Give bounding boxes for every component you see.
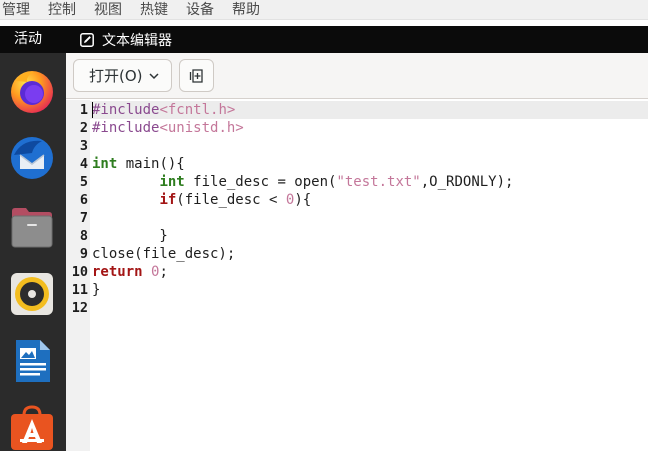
code-token: ,O_RDONLY); — [420, 174, 514, 190]
line-number: 5 — [79, 174, 88, 190]
code-line: #include<fcntl.h> — [92, 101, 235, 119]
code-token: #include — [92, 120, 160, 136]
code-editor[interactable]: 1 2 3 4 5 6 7 8 9 10 11 12 #include<fcntl.h> #includ… — [66, 100, 648, 451]
files-icon[interactable] — [8, 203, 56, 251]
code-line: close(file_desc); — [92, 245, 235, 263]
line-number: 6 — [79, 192, 88, 208]
host-menu-bar: 管理 控制 视图 热键 设备 帮助 — [0, 0, 648, 20]
code-token: int — [92, 156, 118, 172]
top-bar: 活动 文本编辑器 — [0, 26, 648, 53]
code-token: "test.txt" — [336, 174, 421, 190]
chevron-down-icon — [149, 73, 159, 80]
code-token: if — [159, 192, 177, 208]
code-token: ; — [159, 264, 168, 280]
menu-help[interactable]: 帮助 — [232, 0, 260, 20]
code-line: if(file_desc < 0){ — [92, 191, 311, 209]
code-line: } — [92, 227, 168, 245]
line-number: 10 — [71, 264, 88, 280]
code-token: main(){ — [117, 156, 185, 172]
line-number: 12 — [71, 300, 88, 316]
code-line: int file_desc = open("test.txt",O_RDONLY… — [92, 173, 513, 191]
dock — [0, 53, 66, 451]
thunderbird-icon[interactable] — [8, 133, 56, 181]
menu-devices[interactable]: 设备 — [186, 0, 214, 20]
line-number: 7 — [79, 210, 88, 226]
line-number: 2 — [79, 120, 88, 136]
code-token: return — [92, 264, 143, 280]
code-token: #include — [92, 102, 160, 118]
new-tab-button[interactable] — [179, 59, 214, 92]
code-line: return 0; — [92, 263, 168, 281]
line-number: 1 — [79, 102, 88, 118]
rhythmbox-icon[interactable] — [8, 270, 56, 318]
software-center-icon[interactable] — [8, 403, 56, 451]
line-number: 4 — [79, 156, 88, 172]
code-token: <unistd.h> — [159, 120, 244, 136]
code-token: } — [92, 282, 101, 298]
code-token: ){ — [294, 192, 312, 208]
open-button[interactable]: 打开(O) — [73, 59, 172, 92]
firefox-icon[interactable] — [8, 67, 56, 115]
line-number: 3 — [79, 138, 88, 154]
app-menu[interactable]: 文本编辑器 — [80, 26, 172, 53]
code-line: #include<unistd.h> — [92, 119, 244, 137]
code-token: } — [92, 228, 168, 244]
code-token: <fcntl.h> — [159, 102, 236, 118]
code-line: } — [92, 281, 100, 299]
line-number: 9 — [79, 246, 88, 262]
code-token: file_desc = open( — [184, 174, 337, 190]
code-token: (file_desc < — [176, 192, 286, 208]
text-editor-icon — [80, 32, 94, 47]
line-number: 11 — [71, 282, 88, 298]
code-line: int main(){ — [92, 155, 185, 173]
menu-control[interactable]: 控制 — [48, 0, 76, 20]
libreoffice-writer-icon[interactable] — [8, 337, 56, 385]
code-token: int — [159, 174, 185, 190]
header-bar: 打开(O) — [66, 53, 648, 99]
menu-hotkeys[interactable]: 热键 — [140, 0, 168, 20]
activities-button[interactable]: 活动 — [14, 26, 42, 53]
menu-view[interactable]: 视图 — [94, 0, 122, 20]
app-name: 文本编辑器 — [102, 32, 172, 49]
text-caret — [92, 102, 93, 118]
text-editor-window: 打开(O) 1 2 3 4 5 6 7 8 9 10 11 12 #include<fcntl.h> #… — [66, 53, 648, 451]
line-number: 8 — [79, 228, 88, 244]
code-token: close(file_desc); — [92, 246, 236, 262]
open-button-label: 打开(O) — [89, 67, 143, 85]
new-tab-icon — [189, 68, 203, 83]
menu-manage[interactable]: 管理 — [2, 0, 30, 20]
